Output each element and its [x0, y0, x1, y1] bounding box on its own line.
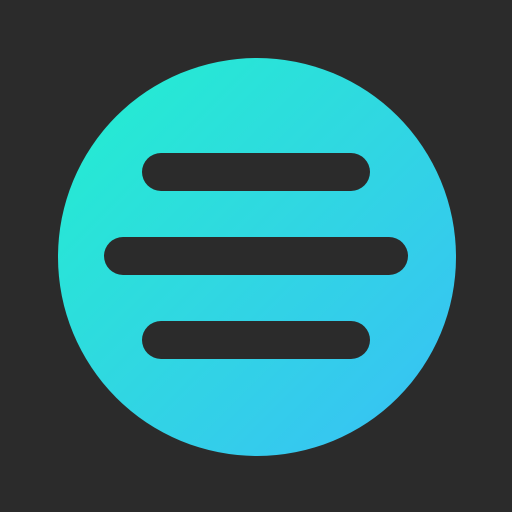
menu-bar-middle: [104, 237, 408, 275]
app-icon[interactable]: [0, 0, 512, 512]
menu-bar-bottom: [142, 321, 370, 359]
menu-bar-top: [142, 153, 370, 191]
